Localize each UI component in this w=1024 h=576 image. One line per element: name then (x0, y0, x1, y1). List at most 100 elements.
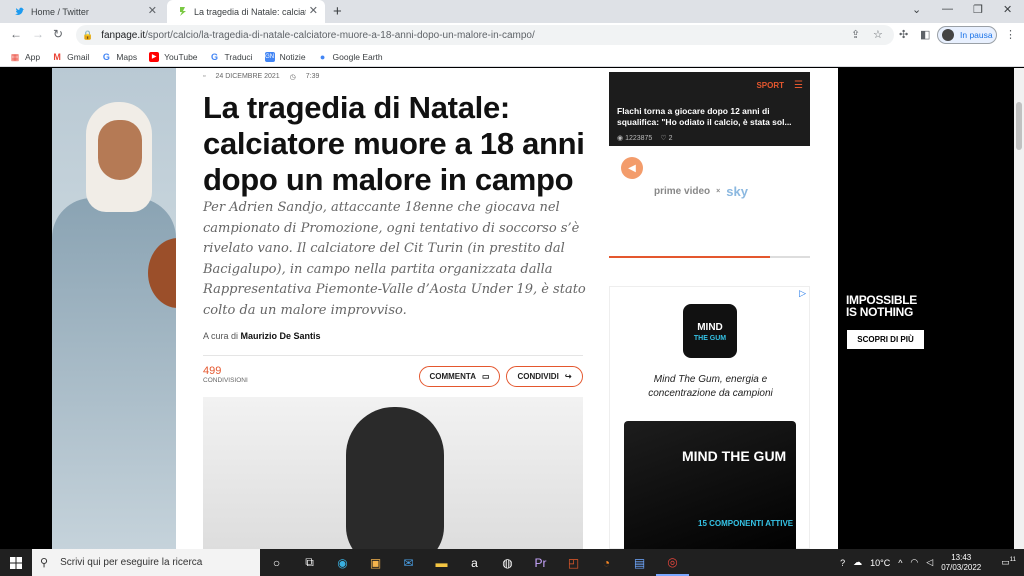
bookmark-label: Traduci (224, 51, 253, 62)
bookmark-label: Notizie (279, 51, 306, 62)
edge-icon[interactable]: ◉ (326, 549, 359, 576)
firefox-icon[interactable]: ◔ (590, 549, 623, 576)
bookmark-label: Maps (116, 51, 138, 62)
clock-date: 07/03/2022 (941, 562, 982, 572)
chevron-up-icon[interactable]: ^ (898, 558, 902, 568)
web-page: ▫ 24 DICEMBRE 2021 ◷ 7:39 La tragedia di… (0, 68, 1024, 549)
forward-icon[interactable]: → (32, 27, 44, 41)
share-button[interactable]: CONDIVIDI ↪ (506, 366, 583, 387)
tab-title: Home / Twitter (31, 6, 89, 17)
tab-twitter[interactable]: Home / Twitter ✕ (4, 0, 164, 23)
amazon-icon[interactable]: a (458, 549, 491, 576)
gmail-icon: M (53, 51, 61, 62)
clock-time: 13:43 (951, 552, 972, 562)
app-icon[interactable]: ◍ (491, 549, 524, 576)
bookmark-traduci[interactable]: G Traduci (210, 52, 253, 62)
article-summary: Per Adrien Sandjo, attaccante 18enne che… (203, 200, 586, 318)
ad-copy: Mind The Gum, energia e concentrazione d… (648, 374, 773, 399)
temperature[interactable]: 10°C (870, 558, 890, 568)
article-photo[interactable] (203, 397, 583, 549)
bookmark-notizie[interactable]: GN Notizie (264, 51, 306, 62)
bookmark-star-icon[interactable]: ☆ (873, 28, 883, 41)
list-menu-icon[interactable]: ☰ (794, 80, 803, 91)
bookmark-app[interactable]: ▦ App (10, 52, 40, 62)
byline: A cura di Maurizio De Santis (203, 331, 321, 341)
weather-icon[interactable]: ☁ (853, 557, 862, 568)
bookmark-maps[interactable]: G Maps (101, 52, 137, 62)
profile-button[interactable]: In pausa (937, 26, 997, 44)
comment-button[interactable]: COMMENTA ▭ (419, 366, 500, 387)
address-bar[interactable]: 🔒 fanpage.it /sport/calcio/la-tragedia-d… (76, 25, 894, 45)
clock[interactable]: 13:43 07/03/2022 (941, 553, 981, 573)
bookmark-google-earth[interactable]: ● Google Earth (318, 52, 383, 62)
network-icon[interactable]: ◠ (910, 557, 918, 568)
right-skin-ad[interactable]: IMPOSSIBLE IS NOTHING SCOPRI DI PIÙ (838, 68, 1014, 549)
share-icon[interactable]: ⇪ (851, 28, 860, 41)
twitter-icon (14, 6, 25, 17)
scrollbar-thumb[interactable] (1016, 102, 1022, 150)
author-link[interactable]: Maurizio De Santis (241, 331, 321, 341)
partners-logos: prime video × sky (654, 184, 748, 199)
adchoices-icon[interactable]: ▷ (799, 288, 806, 299)
pack-subtitle: 15 COMPONENTI ATTIVE (698, 519, 794, 528)
chrome-icon[interactable]: ◎ (656, 549, 689, 576)
product-pack-image: MIND THE GUM 15 COMPONENTI ATTIVE (624, 421, 796, 549)
close-tab-icon[interactable]: ✕ (148, 5, 157, 17)
notes-icon[interactable]: ▤ (623, 549, 656, 576)
youtube-icon: ▶ (149, 51, 160, 62)
menu-kebab-icon[interactable]: ⋮ (1005, 28, 1016, 41)
shares-count: 499 (203, 365, 222, 377)
extensions-icon[interactable]: ✣ (899, 28, 908, 41)
pack-brand: MIND THE GUM (682, 448, 787, 464)
audio-play-icon[interactable]: ◀ (621, 157, 643, 179)
cortana-icon[interactable]: ○ (260, 549, 293, 576)
ad-figure-face (98, 120, 142, 180)
lock-icon[interactable]: 🔒 (82, 30, 93, 41)
side-panel-icon[interactable]: ◧ (920, 28, 930, 41)
bookmark-label: Gmail (67, 51, 90, 62)
video-progress-bar[interactable] (609, 256, 810, 258)
reload-icon[interactable]: ↻ (53, 27, 63, 41)
close-window-button[interactable]: ✕ (1003, 3, 1012, 16)
discover-more-button[interactable]: SCOPRI DI PIÙ (847, 330, 924, 349)
office-icon[interactable]: ◰ (557, 549, 590, 576)
task-view-icon[interactable]: ⧉ (293, 549, 326, 576)
bookmark-label: YouTube (164, 51, 198, 62)
slogan-line2: IS NOTHING (846, 305, 914, 319)
file-explorer-icon[interactable]: ▬ (425, 549, 458, 576)
minimize-button[interactable]: — (942, 3, 953, 15)
browser-toolbar: ← → ↻ 🔒 fanpage.it /sport/calcio/la-trag… (0, 23, 1024, 47)
sidebar: SPORT ☰ Flachi torna a giocare dopo 12 a… (609, 68, 810, 549)
start-button[interactable] (0, 549, 32, 576)
left-skin-ad[interactable] (52, 68, 176, 549)
close-tab-icon[interactable]: ✕ (309, 5, 318, 17)
sidebar-ad[interactable]: ▷ MIND THE GUM Mind The Gum, energia e c… (609, 286, 810, 549)
byline-prefix: A cura di (203, 331, 239, 341)
bookmarks-bar: ▦ App M Gmail G Maps ▶ YouTube G Traduci GN No… (0, 47, 1024, 67)
views-icon: ◉ (617, 135, 626, 142)
notification-icon[interactable]: ▭11 (1001, 557, 1016, 568)
maximize-button[interactable]: ❐ (973, 3, 983, 16)
help-icon[interactable]: ? (840, 558, 845, 568)
new-tab-button[interactable]: + (333, 3, 342, 20)
partner-separator: × (716, 188, 721, 195)
comment-bubble-icon: ▭ (481, 372, 490, 381)
related-video-card[interactable]: SPORT ☰ Flachi torna a giocare dopo 12 a… (609, 72, 810, 146)
section-tag[interactable]: SPORT (756, 81, 784, 90)
store-icon[interactable]: ▣ (359, 549, 392, 576)
windows-logo-icon (10, 556, 22, 569)
logo-line2: THE GUM (693, 335, 727, 342)
back-icon[interactable]: ← (10, 27, 22, 41)
tab-search-icon[interactable]: ⌄ (912, 3, 921, 16)
bookmark-youtube[interactable]: ▶ YouTube (149, 51, 198, 62)
premiere-icon[interactable]: Pr (524, 549, 557, 576)
page-scrollbar[interactable] (1014, 68, 1024, 549)
taskbar-search-box[interactable]: ⚲ Scrivi qui per eseguire la ricerca (32, 549, 260, 576)
comment-label: COMMENTA (429, 372, 476, 381)
volume-icon[interactable]: ◁ (926, 557, 933, 568)
mail-icon[interactable]: ✉ (392, 549, 425, 576)
progress-fill (609, 256, 770, 258)
tab-fanpage-article[interactable]: La tragedia di Natale: calciatore muore … (167, 0, 325, 23)
bookmark-gmail[interactable]: M Gmail (52, 52, 89, 62)
related-title[interactable]: Flachi torna a giocare dopo 12 anni di s… (617, 106, 803, 128)
